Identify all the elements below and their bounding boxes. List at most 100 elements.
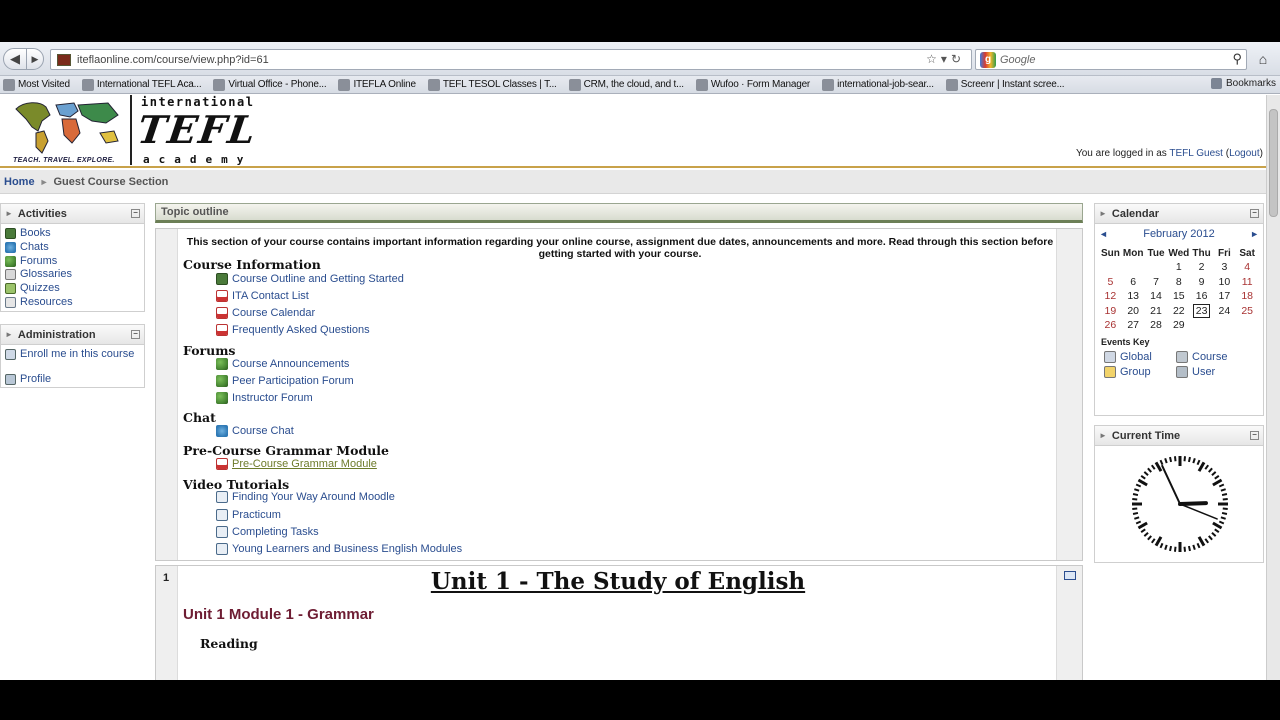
bookmark-item[interactable]: Most Visited: [0, 78, 70, 91]
collapse-icon[interactable]: −: [1250, 209, 1259, 218]
calendar-day[interactable]: 16: [1190, 289, 1213, 304]
calendar-day: [1213, 318, 1236, 333]
calendar-day[interactable]: 25: [1236, 304, 1259, 319]
search-bar[interactable]: g Google ⚲: [975, 49, 1247, 70]
calendar-day[interactable]: 24: [1213, 304, 1236, 319]
breadcrumb-home-link[interactable]: Home: [4, 176, 35, 188]
bookmark-item[interactable]: international-job-sear...: [819, 78, 934, 91]
collapse-icon[interactable]: −: [131, 209, 140, 218]
calendar-day[interactable]: 27: [1122, 318, 1145, 333]
activity-link-quizzes[interactable]: Quizzes: [5, 282, 144, 296]
resource-link[interactable]: Peer Participation Forum: [216, 375, 354, 387]
calendar-day[interactable]: 9: [1190, 275, 1213, 290]
next-month-icon[interactable]: ►: [1250, 229, 1259, 239]
calendar-day[interactable]: 21: [1145, 304, 1168, 319]
unit-1-section: 1 Unit 1 - The Study of English Unit 1 M…: [155, 565, 1083, 680]
clock-tick: [1159, 542, 1164, 549]
calendar-day[interactable]: 1: [1167, 260, 1190, 275]
calendar-day[interactable]: 18: [1236, 289, 1259, 304]
calendar-day[interactable]: 14: [1145, 289, 1168, 304]
bookmark-item[interactable]: Wufoo · Form Manager: [693, 78, 810, 91]
calendar-month-link[interactable]: February 2012: [1143, 228, 1215, 240]
calendar-day[interactable]: 5: [1099, 275, 1122, 290]
home-button[interactable]: ⌂: [1252, 49, 1274, 70]
bookmark-item[interactable]: Screenr | Instant scree...: [943, 78, 1065, 91]
profile-link[interactable]: Profile: [5, 373, 144, 387]
resource-link[interactable]: Finding Your Way Around Moodle: [216, 491, 395, 503]
calendar-day[interactable]: 4: [1236, 260, 1259, 275]
resource-link[interactable]: Course Announcements: [216, 358, 349, 370]
vertical-scrollbar[interactable]: [1266, 95, 1280, 680]
calendar-day[interactable]: 11: [1236, 275, 1259, 290]
resource-link[interactable]: Instructor Forum: [216, 392, 313, 404]
resource-link[interactable]: ITA Contact List: [216, 290, 309, 302]
clock-tick: [1154, 536, 1163, 547]
calendar-day[interactable]: 26: [1099, 318, 1122, 333]
bookmark-item[interactable]: Virtual Office - Phone...: [210, 78, 327, 91]
logo-academy-text: academy: [143, 153, 253, 166]
bookmark-item[interactable]: ITEFLA Online: [335, 78, 416, 91]
collapse-icon[interactable]: −: [131, 330, 140, 339]
address-bar[interactable]: iteflaonline.com/course/view.php?id=61 ☆…: [50, 49, 972, 70]
forward-button[interactable]: ▶: [26, 48, 44, 70]
calendar-day[interactable]: 22: [1167, 304, 1190, 319]
prev-month-icon[interactable]: ◄: [1099, 229, 1108, 239]
calendar-day[interactable]: 15: [1167, 289, 1190, 304]
activity-link-books[interactable]: Books: [5, 227, 144, 241]
event-key-user[interactable]: User: [1176, 365, 1252, 378]
calendar-day[interactable]: 17: [1213, 289, 1236, 304]
calendar-day[interactable]: 23: [1190, 303, 1213, 319]
logout-link[interactable]: Logout: [1229, 148, 1260, 159]
calendar-day[interactable]: 3: [1213, 260, 1236, 275]
event-key-group[interactable]: Group: [1104, 365, 1176, 378]
resource-link[interactable]: Course Calendar: [216, 307, 315, 319]
enroll-link[interactable]: Enroll me in this course: [5, 348, 144, 373]
clock-tick: [1187, 456, 1191, 463]
calendar-day[interactable]: 6: [1122, 275, 1145, 290]
show-only-section-icon[interactable]: [1064, 571, 1076, 580]
block-arrow-icon: ►: [5, 330, 13, 339]
calendar-day[interactable]: 20: [1122, 304, 1145, 319]
bookmark-item[interactable]: CRM, the cloud, and t...: [566, 78, 684, 91]
bookmark-item[interactable]: International TEFL Aca...: [79, 78, 202, 91]
calendar-day[interactable]: 8: [1167, 275, 1190, 290]
resource-link[interactable]: Course Chat: [216, 425, 294, 437]
activity-link-resources[interactable]: Resources: [5, 296, 144, 310]
activity-link-forums[interactable]: Forums: [5, 255, 144, 269]
calendar-day[interactable]: 19: [1099, 304, 1122, 319]
resource-link[interactable]: Completing Tasks: [216, 526, 319, 538]
resource-link[interactable]: Practicum: [216, 509, 281, 521]
resource-link[interactable]: Course Outline and Getting Started: [216, 273, 404, 285]
calendar-day[interactable]: 28: [1145, 318, 1168, 333]
search-icon[interactable]: ⚲: [1232, 51, 1242, 67]
weekday-header: Tue: [1147, 247, 1165, 259]
calendar-day[interactable]: 10: [1213, 275, 1236, 290]
resource-link[interactable]: Frequently Asked Questions: [216, 324, 370, 336]
clock-tick: [1204, 538, 1210, 544]
calendar-day[interactable]: 2: [1190, 260, 1213, 275]
bookmark-favicon-icon: [822, 78, 835, 91]
calendar-day[interactable]: 7: [1145, 275, 1168, 290]
calendar-day[interactable]: 29: [1167, 318, 1190, 333]
clock-tick: [1204, 464, 1210, 470]
bookmark-favicon-icon: [213, 78, 226, 91]
bookmarks-menu-button[interactable]: Bookmarks: [1210, 78, 1276, 89]
resource-link[interactable]: Pre-Course Grammar Module: [216, 458, 377, 470]
event-key-global[interactable]: Global: [1104, 350, 1176, 363]
activity-link-glossaries[interactable]: Glossaries: [5, 268, 144, 282]
event-key-course[interactable]: Course: [1176, 350, 1252, 363]
activity-link-chats[interactable]: Chats: [5, 241, 144, 255]
google-engine-icon[interactable]: g: [980, 51, 996, 68]
bookmark-item[interactable]: TEFL TESOL Classes | T...: [425, 78, 557, 91]
user-link[interactable]: TEFL Guest: [1169, 148, 1223, 159]
back-button[interactable]: ◀: [3, 48, 27, 70]
resource-link[interactable]: Young Learners and Business English Modu…: [216, 543, 462, 555]
calendar-day[interactable]: 13: [1122, 289, 1145, 304]
scrollbar-thumb[interactable]: [1269, 109, 1278, 217]
collapse-icon[interactable]: −: [1250, 431, 1259, 440]
video-icon: [216, 526, 228, 538]
calendar-day[interactable]: 12: [1099, 289, 1122, 304]
back-arrow-icon: ◀: [10, 51, 20, 66]
clock-tick: [1132, 493, 1139, 497]
star-bookmark-icon[interactable]: ☆▾↻: [926, 52, 965, 66]
